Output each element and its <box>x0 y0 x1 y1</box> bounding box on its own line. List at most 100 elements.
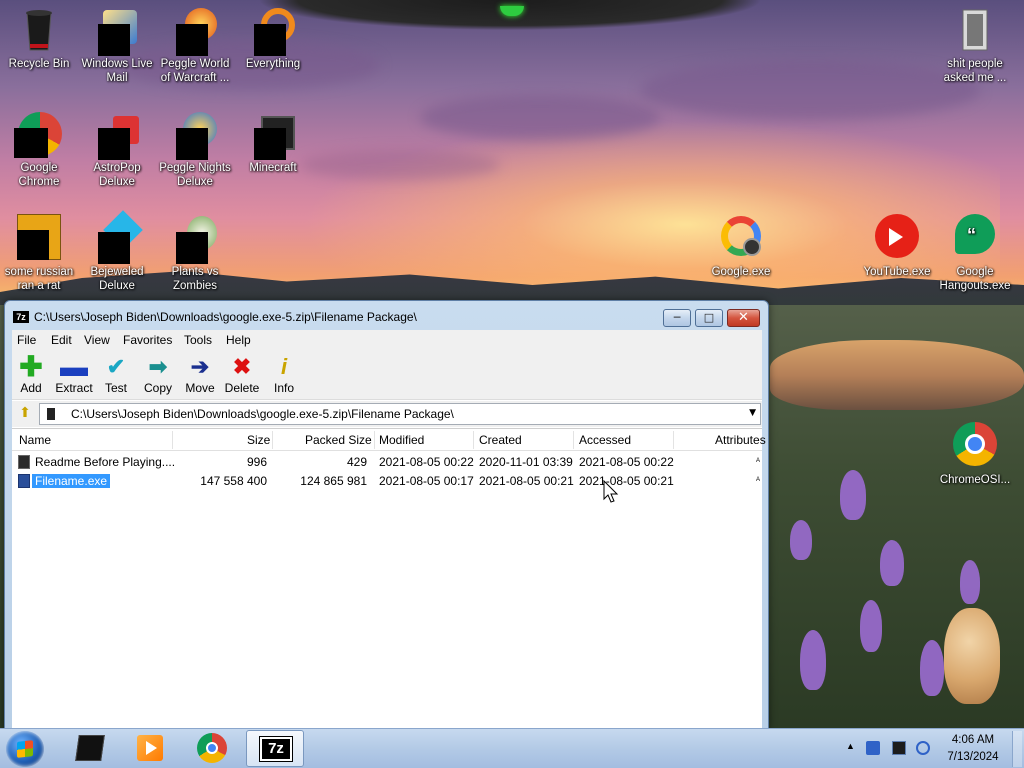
extract-button[interactable]: ▬ Extract <box>52 351 96 396</box>
taskbar-app-black-window[interactable] <box>60 730 118 767</box>
table-row[interactable]: Readme Before Playing.... 996 429 2021-0… <box>12 452 762 471</box>
desktop-icon-recycle-bin[interactable]: Recycle Bin <box>0 6 78 71</box>
column-divider[interactable] <box>473 431 474 449</box>
desktop-icon-label: some russian ran a rat <box>4 266 74 292</box>
chevron-down-icon[interactable]: ▼ <box>749 408 756 418</box>
display-icon[interactable] <box>892 741 906 755</box>
column-divider[interactable] <box>374 431 375 449</box>
flower <box>960 560 980 604</box>
row-attributes: A <box>756 477 761 483</box>
desktop-icon-everything[interactable]: Everything <box>234 6 312 71</box>
network-icon[interactable] <box>866 741 880 755</box>
menu-view[interactable]: View <box>84 333 110 347</box>
menu-bar: File Edit View Favorites Tools Help <box>12 330 762 350</box>
flower <box>840 470 866 520</box>
column-created[interactable]: Created <box>479 433 522 447</box>
column-accessed[interactable]: Accessed <box>579 433 631 447</box>
desktop-icon-some-russian[interactable]: some russian ran a rat <box>0 214 78 293</box>
address-field[interactable]: C:\Users\Joseph Biden\Downloads\google.e… <box>39 403 761 425</box>
add-button-label: Add <box>20 381 42 395</box>
address-text: C:\Users\Joseph Biden\Downloads\google.e… <box>71 407 454 421</box>
column-divider[interactable] <box>673 431 674 449</box>
desktop-icon-bejeweled[interactable]: Bejeweled Deluxe <box>78 210 156 293</box>
column-modified[interactable]: Modified <box>379 433 424 447</box>
mouse-cursor-icon <box>603 480 619 503</box>
show-hidden-icons-chevron-icon[interactable]: ▲ <box>846 741 855 751</box>
drive-icon <box>47 408 55 420</box>
copy-button[interactable]: ➡ Copy <box>136 354 180 395</box>
row-created: 2021-08-05 00:21 <box>479 474 574 488</box>
column-divider[interactable] <box>573 431 574 449</box>
desktop-icon-chromeos[interactable]: ChromeOSI... <box>936 422 1014 487</box>
double-arrow-icon: ➡ <box>148 354 168 379</box>
chrome-center-icon <box>206 742 218 754</box>
exe-file-icon <box>18 474 30 488</box>
column-packed-size[interactable]: Packed Size <box>305 433 372 447</box>
show-desktop-button[interactable] <box>1012 731 1022 767</box>
menu-help[interactable]: Help <box>226 333 251 347</box>
minimize-button[interactable]: ─ <box>663 309 691 327</box>
column-size[interactable]: Size <box>247 433 270 447</box>
row-attributes: A <box>756 458 761 464</box>
menu-edit[interactable]: Edit <box>51 333 72 347</box>
column-name[interactable]: Name <box>19 433 51 447</box>
address-bar: ⬆ C:\Users\Joseph Biden\Downloads\google… <box>12 401 762 427</box>
desktop-icon-plants-vs-zombies[interactable]: Plants vs Zombies <box>156 214 234 293</box>
desktop-icon-minecraft[interactable]: Minecraft <box>234 110 312 175</box>
start-button[interactable] <box>6 731 44 767</box>
volume-icon[interactable] <box>916 741 930 755</box>
minus-icon: ▬ <box>60 351 88 382</box>
clock-date[interactable]: 7/13/2024 <box>940 751 1006 763</box>
desktop-icon-label: Recycle Bin <box>8 58 70 70</box>
maximize-button[interactable]: □ <box>695 309 723 327</box>
peggle-wow-icon <box>171 6 219 56</box>
desktop-icon-label: shit people asked me ... <box>943 58 1007 84</box>
desktop-icon-google-exe[interactable]: Google.exe <box>702 214 780 279</box>
row-created: 2020-11-01 03:39 <box>479 455 573 469</box>
taskbar-app-chrome[interactable] <box>182 730 240 767</box>
column-attributes[interactable]: Attributes <box>715 433 766 447</box>
window-client: File Edit View Favorites Tools Help ✚ Ad… <box>12 330 766 730</box>
menu-favorites[interactable]: Favorites <box>123 333 172 347</box>
folder-up-icon[interactable]: ⬆ <box>16 404 34 422</box>
desktop-icon-google-chrome[interactable]: Google Chrome <box>0 110 78 189</box>
maximize-icon: □ <box>703 311 715 324</box>
desktop-icon-peggle-wow[interactable]: Peggle World of Warcraft ... <box>156 6 234 85</box>
google-g-icon <box>717 214 765 262</box>
add-button[interactable]: ✚ Add <box>9 353 53 396</box>
desktop-icon-label: Google.exe <box>711 266 771 278</box>
title-bar[interactable]: 7z C:\Users\Joseph Biden\Downloads\googl… <box>5 301 768 331</box>
desktop-icon-google-hangouts[interactable]: “ Google Hangouts.exe <box>936 214 1014 293</box>
7zip-window[interactable]: 7z C:\Users\Joseph Biden\Downloads\googl… <box>4 300 769 730</box>
flower <box>920 640 944 696</box>
toolbar: ✚ Add ▬ Extract ✔ Test ➡ Copy ➔ Move ✖ D… <box>12 350 762 400</box>
desktop-icon-folder[interactable]: shit people asked me ... <box>936 6 1014 85</box>
arrow-right-icon: ➔ <box>190 354 210 379</box>
menu-tools[interactable]: Tools <box>184 333 212 347</box>
column-divider[interactable] <box>172 431 173 449</box>
column-divider[interactable] <box>272 431 273 449</box>
desktop-icon-windows-live-mail[interactable]: Windows Live Mail <box>78 6 156 85</box>
7zip-icon: 7z <box>259 736 293 762</box>
move-button[interactable]: ➔ Move <box>178 354 222 395</box>
chrome-icon <box>951 422 999 470</box>
youtube-icon <box>873 214 921 262</box>
row-accessed: 2021-08-05 00:21 <box>579 474 674 488</box>
row-size: 147 558 400 <box>200 474 267 488</box>
astropop-icon <box>93 110 141 160</box>
close-button[interactable]: ✕ <box>727 309 760 327</box>
desktop-icon-peggle-nights[interactable]: Peggle Nights Deluxe <box>156 110 234 189</box>
taskbar-app-7zip[interactable]: 7z <box>246 730 304 767</box>
file-list[interactable]: Name Size Packed Size Modified Created A… <box>12 428 766 730</box>
desktop-icon-astropop[interactable]: AstroPop Deluxe <box>78 110 156 189</box>
test-button[interactable]: ✔ Test <box>94 354 138 395</box>
menu-file[interactable]: File <box>17 333 36 347</box>
info-button[interactable]: i Info <box>262 354 306 395</box>
taskbar-app-media-player[interactable] <box>120 730 178 767</box>
desktop-icon-label: Plants vs Zombies <box>171 266 219 292</box>
desktop-icon-youtube-exe[interactable]: YouTube.exe <box>858 214 936 279</box>
delete-button[interactable]: ✖ Delete <box>220 354 264 395</box>
table-row[interactable]: Filename.exe 147 558 400 124 865 981 202… <box>12 471 762 490</box>
hamster-gadget[interactable] <box>944 608 1000 704</box>
clock-time[interactable]: 4:06 AM <box>940 734 1006 746</box>
